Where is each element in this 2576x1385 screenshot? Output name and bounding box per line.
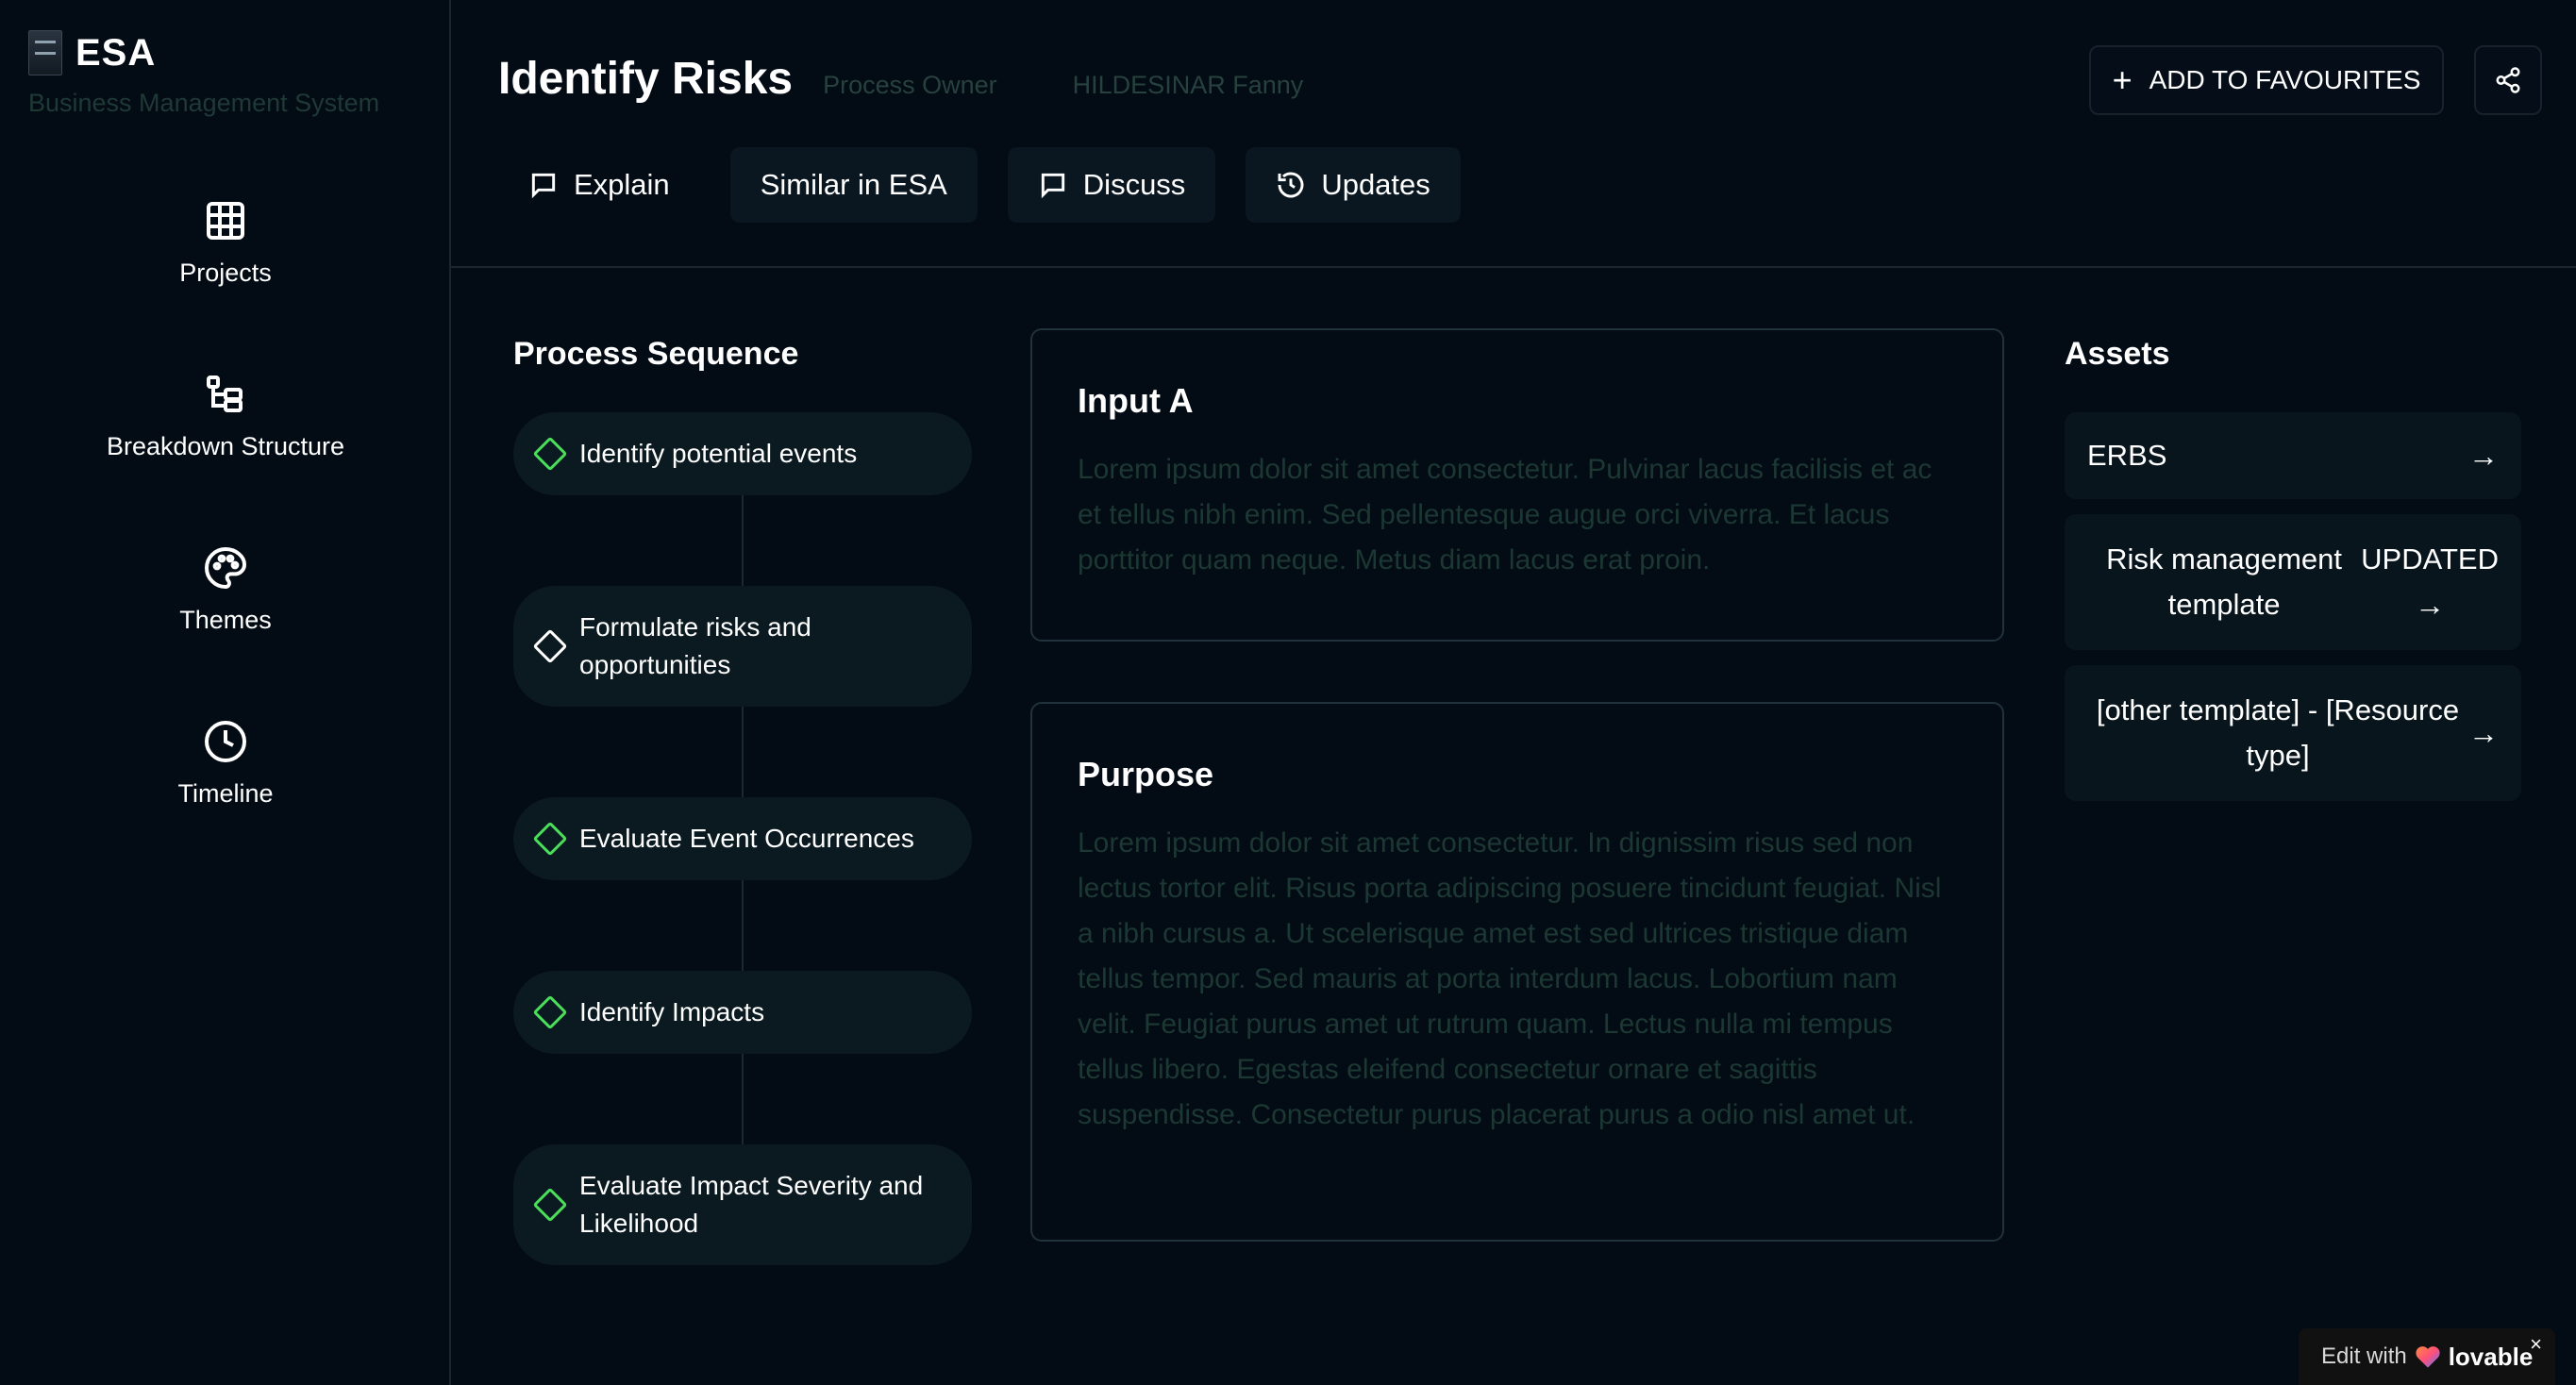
tab-discuss[interactable]: Discuss — [1007, 147, 1216, 223]
page-header: Identify Risks Process Owner HILDESINAR … — [451, 0, 2576, 268]
history-icon — [1278, 172, 1304, 198]
brand: ESA Business Management System — [28, 30, 379, 118]
esa-logo-icon — [28, 30, 62, 75]
tab-updates[interactable]: Updates — [1246, 147, 1461, 223]
add-to-favourites-label: ADD TO FAVOURITES — [2149, 65, 2421, 94]
asset-item-risk-management-template[interactable]: Risk management template UPDATED → — [2065, 514, 2521, 650]
page-title: Identify Risks — [498, 54, 794, 104]
process-sequence-title: Process Sequence — [513, 336, 799, 372]
asset-list: ERBS → Risk management template UPDATED … — [2065, 412, 2521, 801]
sidebar: ESA Business Management System Projects … — [0, 0, 451, 1385]
grid-icon — [207, 202, 244, 240]
asset-label: [other template] - [Resource type] — [2096, 693, 2460, 772]
hierarchy-icon — [207, 375, 243, 412]
step-connector — [742, 880, 744, 971]
sidebar-nav: Projects Breakdown Structure Themes Time… — [0, 198, 451, 893]
brand-subtitle: Business Management System — [28, 89, 380, 117]
sidebar-item-projects[interactable]: Projects — [0, 198, 451, 372]
diamond-icon — [532, 436, 568, 472]
brand-name: ESA — [75, 31, 157, 74]
tab-explain[interactable]: Explain — [498, 147, 700, 223]
share-icon — [2496, 67, 2520, 93]
plus-icon: + — [2112, 60, 2133, 99]
process-step[interactable]: Formulate risks and opportunities — [513, 586, 972, 707]
arrow-right-icon: → — [2468, 438, 2499, 473]
tab-label: Updates — [1321, 168, 1430, 201]
asset-label: ERBS — [2087, 439, 2167, 472]
process-step-label: Evaluate Impact Severity and Likelihood — [579, 1171, 924, 1238]
sidebar-item-themes[interactable]: Themes — [0, 545, 451, 719]
sidebar-item-label: Projects — [179, 259, 272, 287]
arrow-right-icon: → — [2468, 715, 2499, 750]
process-owner-name: HILDESINAR Fanny — [1072, 71, 1304, 99]
tab-similar-in-esa[interactable]: Similar in ESA — [729, 147, 978, 223]
sidebar-item-label: Timeline — [177, 779, 274, 808]
title-row: Identify Risks Process Owner HILDESINAR … — [498, 53, 1303, 105]
step-connector — [742, 1054, 744, 1144]
share-button[interactable] — [2474, 45, 2542, 115]
process-step-label: Identify potential events — [579, 439, 858, 468]
process-sequence: Process Sequence Identify potential even… — [513, 336, 972, 1265]
diamond-icon — [532, 821, 568, 857]
tab-bar: Explain Similar in ESA Discuss Updates — [498, 147, 1461, 223]
diamond-icon — [532, 994, 568, 1030]
process-step-label: Evaluate Event Occurrences — [579, 824, 914, 853]
arrow-right-icon: → — [2415, 588, 2446, 622]
message-icon — [1041, 173, 1064, 199]
asset-label: Risk management template — [2106, 542, 2342, 621]
asset-item-erbs[interactable]: ERBS → — [2065, 412, 2521, 499]
step-connector — [742, 707, 744, 797]
process-step[interactable]: Evaluate Impact Severity and Likelihood — [513, 1144, 972, 1265]
sidebar-item-breakdown-structure[interactable]: Breakdown Structure — [0, 372, 451, 545]
input-card: Input A Lorem ipsum dolor sit amet conse… — [1030, 328, 2004, 642]
input-card-body: Lorem ipsum dolor sit amet consectetur. … — [1078, 454, 1932, 576]
process-owner-label: Process Owner — [823, 71, 997, 99]
process-step[interactable]: Identify Impacts — [513, 971, 972, 1054]
process-step[interactable]: Identify potential events — [513, 412, 972, 495]
process-step-list: Identify potential events Formulate risk… — [513, 412, 972, 1265]
purpose-card: Purpose Lorem ipsum dolor sit amet conse… — [1030, 702, 2004, 1242]
input-card-title: Input A — [1078, 381, 1194, 420]
process-step-label: Identify Impacts — [579, 997, 765, 1026]
purpose-card-body: Lorem ipsum dolor sit amet consectetur. … — [1078, 827, 1942, 1130]
tab-label: Discuss — [1082, 168, 1186, 201]
assets-panel: Assets ERBS → Risk management template U… — [2065, 336, 2521, 816]
close-icon[interactable]: × — [2530, 1332, 2542, 1357]
edit-with-lovable-badge[interactable]: Edit with lovable × — [2299, 1328, 2555, 1385]
clock-icon — [205, 721, 246, 762]
process-step[interactable]: Evaluate Event Occurrences — [513, 797, 972, 880]
asset-item-other-template[interactable]: [other template] - [Resource type] → — [2065, 665, 2521, 801]
updated-badge: UPDATED — [2361, 542, 2499, 576]
add-to-favourites-button[interactable]: + ADD TO FAVOURITES — [2089, 45, 2444, 115]
sidebar-item-label: Themes — [179, 606, 272, 634]
heart-icon — [2416, 1346, 2440, 1368]
tab-label: Explain — [574, 168, 670, 201]
step-connector — [742, 495, 744, 586]
process-step-label: Formulate risks and opportunities — [579, 612, 811, 679]
diamond-icon — [532, 1187, 568, 1223]
sidebar-item-label: Breakdown Structure — [106, 432, 345, 460]
tab-label: Similar in ESA — [760, 168, 947, 201]
sidebar-item-timeline[interactable]: Timeline — [0, 719, 451, 893]
badge-prefix: Edit with — [2321, 1343, 2407, 1369]
palette-icon — [205, 546, 247, 590]
assets-title: Assets — [2065, 336, 2170, 372]
badge-brand: lovable — [2448, 1342, 2534, 1371]
message-icon — [531, 173, 556, 199]
diamond-icon — [532, 628, 568, 664]
purpose-card-title: Purpose — [1078, 755, 1214, 793]
